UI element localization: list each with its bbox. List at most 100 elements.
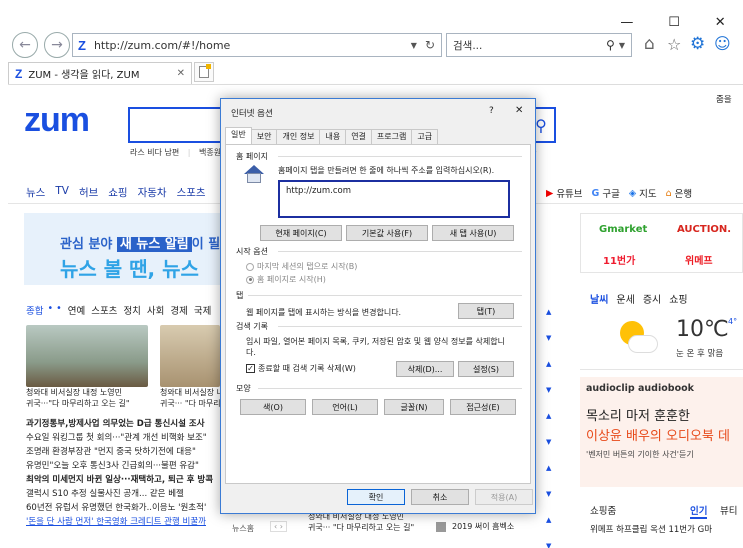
browser-tab[interactable]: Z ZUM - 생각을 읽다, ZUM ✕ [8,62,192,84]
news-thumbnail-1[interactable] [26,325,148,387]
headline[interactable]: 과기정통부,방제사업 의무었는 D급 통신시설 조사 [26,417,226,431]
apply-button[interactable]: 적용(A) [475,489,533,505]
forward-button[interactable]: → [44,32,70,58]
headline[interactable]: 최악의 미세먼지 바뀐 일상···재택하고, 퇴근 후 방콕 [26,473,226,487]
news-tab[interactable]: 국제 [194,303,211,317]
headline[interactable]: 조명래 환경부장관 "먼지 중국 탓하기전에 대응" [26,445,226,459]
address-bar[interactable]: Z http://zum.com/#!/home ▼ ↻ [72,33,442,57]
cancel-button[interactable]: 취소 [411,489,469,505]
pager-arrows[interactable]: ‹ › [270,521,287,532]
shop-tab[interactable]: 뷰티 [720,503,737,517]
tab-advanced[interactable]: 고급 [411,129,439,144]
new-tab-button[interactable] [194,62,214,82]
news-tab[interactable]: 사회 [147,303,164,317]
thumb-caption[interactable]: 청와대 비서실장 내정 노영민 [26,387,151,398]
tab-security[interactable]: 보안 [250,129,278,144]
startup-option-home-page[interactable]: 홈 페이지로 시작(H) [246,274,326,285]
headline[interactable]: 유명민"오늘 오후 통신3사 긴급회의···불편 유감" [26,459,226,473]
history-settings-button[interactable]: 설정(S) [458,361,514,377]
weather-tab[interactable]: 쇼핑 [669,291,687,306]
gnb-item[interactable]: 뉴스 [26,185,45,200]
headline[interactable]: 60년전 유럽서 유명했던 한국화가..이응노 '원초적' [26,501,226,515]
dropdown-icon[interactable]: ▼ [411,41,417,50]
news-thumbnail-2[interactable] [160,325,220,387]
help-button[interactable]: ? [489,106,494,116]
delete-on-exit-checkbox[interactable]: ✓ 종료할 때 검색 기록 삭제(W) [246,363,356,374]
weather-tab[interactable]: 증시 [643,291,661,306]
browser-search-box[interactable]: 검색... ⚲ ▼ [446,33,632,57]
fonts-button[interactable]: 글꼴(N) [384,399,444,415]
gnb-item[interactable]: 자동차 [138,185,167,200]
search-dropdown-icon[interactable]: ▼ [619,41,625,50]
search-input[interactable]: 검색... [453,38,606,53]
sub-link[interactable]: 라스 비다 남편 [130,148,179,157]
headline[interactable]: 수요일 워킹그룹 첫 회의···"관계 개선 비핵화 보조" [26,431,226,445]
ok-button[interactable]: 확인 [347,489,405,505]
news-tab[interactable]: 정치 [123,303,140,317]
top-right-text[interactable]: 줌을 [716,93,732,105]
weather-desc: 눈 온 후 맑음 [676,349,724,359]
use-default-button[interactable]: 기본값 사용(F) [346,225,428,241]
11st-logo[interactable]: 11번가 [603,252,635,267]
colors-button[interactable]: 색(O) [240,399,306,415]
google-link[interactable]: G 구글 [592,186,620,201]
auction-logo[interactable]: AUCTION. [677,224,731,235]
tab-close-icon[interactable]: ✕ [177,68,185,79]
shop-tab-active[interactable]: 인기 [690,503,708,519]
thumb-caption[interactable]: 귀국···"다 마무리하고 오는 길" [26,398,151,409]
refresh-icon[interactable]: ↻ [425,38,435,52]
maximize-button[interactable]: ☐ [668,15,680,30]
site-search-box[interactable] [128,107,228,143]
tabs-settings-button[interactable]: 탭(T) [458,303,514,319]
tab-privacy[interactable]: 개인 정보 [276,129,321,144]
gnb-item[interactable]: 스포츠 [177,185,206,200]
home-page-url-field[interactable]: http://zum.com [278,180,510,218]
headline[interactable]: '돈을 단 사람 먼저' 한국영화 크레디트 관행 비꿀까 [26,515,226,529]
news-tab[interactable]: 스포츠 [91,303,117,317]
favorites-star-icon[interactable]: ☆ [667,35,681,54]
dialog-close-button[interactable]: ✕ [515,105,523,116]
news-tab[interactable]: 연예 [68,303,85,317]
map-link[interactable]: ◈ 지도 [629,186,657,201]
youtube-link[interactable]: ▶ 유튜브 [546,186,583,201]
thumb-caption[interactable]: 귀국··· "다 마무리하고 [160,398,222,409]
tab-general[interactable]: 일반 [225,127,252,144]
news-tab-active[interactable]: 종합 [26,303,43,317]
use-new-tab-button[interactable]: 새 탭 사용(U) [432,225,514,241]
news-tab[interactable]: 경제 [170,303,187,317]
gmarket-logo[interactable]: Gmarket [599,224,647,235]
sub-link[interactable]: 백종원 [199,148,221,157]
wemakeprice-logo[interactable]: 위메프 [685,252,713,267]
search-icon[interactable]: ⚲ [606,38,615,52]
bottom-right-item[interactable]: 2019 써이 흠벡소 [436,521,514,532]
tab-connections[interactable]: 연결 [345,129,372,144]
accessibility-button[interactable]: 접근성(E) [450,399,516,415]
weather-tab[interactable]: 운세 [616,291,634,306]
back-button[interactable]: ← [12,32,38,58]
tab-content[interactable]: 내용 [319,129,347,144]
languages-button[interactable]: 언어(L) [312,399,378,415]
audiobook-ad[interactable]: audioclip audiobook 목소리 마저 훈훈한 이상윤 배우의 오… [580,377,743,487]
settings-gear-icon[interactable]: ⚙ [690,34,705,54]
gnb-item[interactable]: 허브 [79,185,98,200]
delete-history-button[interactable]: 삭제(D)... [396,361,454,377]
home-icon[interactable]: ⌂ [644,34,655,54]
thumb-caption[interactable]: 청와대 비서실장 내정 노영민 [160,387,222,398]
minimize-button[interactable]: — [620,15,633,30]
headline[interactable]: 갤럭시 S10 추정 실물사진 공개... 같은 베젤 [26,487,226,501]
news-tabs: 종합 • • 연예 스포츠 정치 사회 경제 국제 [26,303,212,317]
zum-logo[interactable]: zum [24,101,90,140]
gnb-item[interactable]: 쇼핑 [108,185,127,200]
close-window-button[interactable]: ✕ [715,15,726,30]
bottom-news-label[interactable]: 뉴스홈 [232,523,254,534]
news-alert-banner[interactable]: 관심 분야 새 뉴스 알림 이 필 뉴스 볼 땐, 뉴스 [24,213,224,285]
use-current-button[interactable]: 현재 페이지(C) [260,225,342,241]
bottom-caption[interactable]: 귀국··· "다 마무리하고 오는 길" [308,522,414,533]
weather-tab-active[interactable]: 날씨 [590,291,608,306]
bank-link[interactable]: ⌂ 은행 [666,186,693,201]
startup-option-last-session[interactable]: 마지막 세션의 탭으로 시작(B) [246,261,357,272]
gnb-item[interactable]: TV [55,185,69,200]
smiley-feedback-icon[interactable]: ☺ [714,34,731,53]
shop-item[interactable]: 위메프 하프클립 옥션 11번가 G마 [590,523,743,537]
tab-programs[interactable]: 프로그램 [370,129,413,144]
